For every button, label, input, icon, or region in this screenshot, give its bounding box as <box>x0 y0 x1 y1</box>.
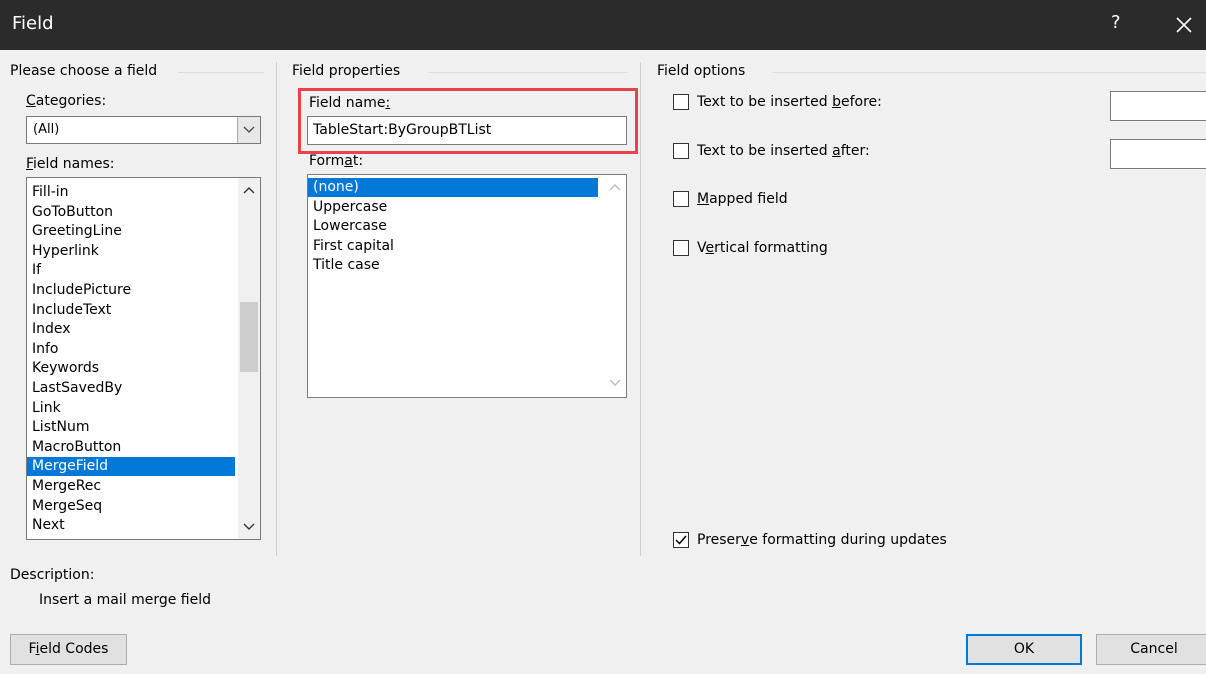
format-item[interactable]: First capital <box>308 237 598 256</box>
categories-label: Categories: <box>26 93 107 109</box>
separator-2 <box>640 62 641 556</box>
after-checkbox[interactable] <box>673 143 689 159</box>
section-line <box>178 72 264 73</box>
format-item[interactable]: (none) <box>308 178 598 197</box>
mapped-label: Mapped field <box>697 191 788 207</box>
format-label: Format: <box>309 153 364 169</box>
separator-1 <box>276 62 277 556</box>
field-name-item[interactable]: LastSavedBy <box>27 379 235 398</box>
field-names-label: Field names: <box>26 156 115 172</box>
format-list[interactable]: (none) Uppercase Lowercase First capital Tit… <box>307 174 627 398</box>
scroll-up-icon <box>609 184 621 191</box>
field-name-item[interactable]: Next <box>27 516 235 535</box>
field-name-item[interactable]: Fill-in <box>27 183 235 202</box>
field-name-value: TableStart:ByGroupBTList <box>313 122 492 138</box>
field-name-item[interactable]: Index <box>27 320 235 339</box>
field-name-item[interactable]: Info <box>27 340 235 359</box>
close-icon <box>1176 17 1192 33</box>
field-name-item[interactable]: IncludeText <box>27 301 235 320</box>
field-codes-button[interactable]: Field Codes <box>10 634 127 665</box>
categories-dropdown-button[interactable] <box>237 117 260 143</box>
format-scrollbar <box>604 175 626 397</box>
title-bar: Field ? <box>0 0 1206 50</box>
before-checkbox[interactable] <box>673 94 689 110</box>
field-name-item[interactable]: Link <box>27 399 235 418</box>
vertical-checkbox[interactable] <box>673 240 689 256</box>
field-name-item[interactable]: IncludePicture <box>27 281 235 300</box>
section-line <box>772 72 1206 73</box>
scroll-down-icon <box>609 379 621 386</box>
choose-heading: Please choose a field <box>10 63 164 79</box>
preserve-checkbox[interactable] <box>673 532 689 548</box>
before-input[interactable] <box>1110 91 1206 121</box>
after-label: Text to be inserted after: <box>697 143 870 159</box>
field-name-item[interactable]: MergeRec <box>27 477 235 496</box>
field-name-item[interactable]: Hyperlink <box>27 242 235 261</box>
field-name-item[interactable]: MergeField <box>27 457 235 477</box>
categories-combo[interactable]: (All) <box>26 116 261 144</box>
field-names-scrollbar[interactable] <box>238 178 260 539</box>
after-input[interactable] <box>1110 139 1206 169</box>
description-label: Description: <box>10 567 95 583</box>
format-item[interactable]: Lowercase <box>308 217 598 236</box>
field-name-label: Field name: <box>309 95 391 111</box>
scroll-down-icon[interactable] <box>238 519 260 535</box>
field-name-item[interactable]: MergeSeq <box>27 497 235 516</box>
scroll-thumb[interactable] <box>240 302 258 372</box>
options-heading: Field options <box>657 63 752 79</box>
format-item[interactable]: Title case <box>308 256 598 275</box>
ok-button[interactable]: OK <box>966 634 1082 665</box>
help-button[interactable]: ? <box>1111 12 1121 33</box>
field-name-item[interactable]: GoToButton <box>27 203 235 222</box>
preserve-label: Preserve formatting during updates <box>697 532 947 548</box>
cancel-button[interactable]: Cancel <box>1096 634 1206 665</box>
field-name-item[interactable]: Keywords <box>27 359 235 378</box>
vertical-label: Vertical formatting <box>697 240 828 256</box>
scroll-up-icon[interactable] <box>238 182 260 198</box>
chevron-down-icon <box>243 126 255 133</box>
properties-heading: Field properties <box>292 63 407 79</box>
field-name-item[interactable]: If <box>27 261 235 280</box>
before-label: Text to be inserted before: <box>697 94 882 110</box>
window-title: Field <box>12 13 54 34</box>
section-line <box>428 72 628 73</box>
field-name-item[interactable]: GreetingLine <box>27 222 235 241</box>
format-item[interactable]: Uppercase <box>308 198 598 217</box>
mapped-checkbox[interactable] <box>673 191 689 207</box>
description-text: Insert a mail merge field <box>39 592 211 608</box>
close-button[interactable] <box>1166 8 1202 42</box>
field-names-list[interactable]: Fill-in GoToButton GreetingLine Hyperlink If… <box>26 177 261 540</box>
field-name-input[interactable]: TableStart:ByGroupBTList <box>307 116 627 145</box>
field-name-item[interactable]: ListNum <box>27 418 235 437</box>
checkmark-icon <box>675 535 687 545</box>
categories-value: (All) <box>33 122 60 137</box>
field-name-item[interactable]: MacroButton <box>27 438 235 457</box>
